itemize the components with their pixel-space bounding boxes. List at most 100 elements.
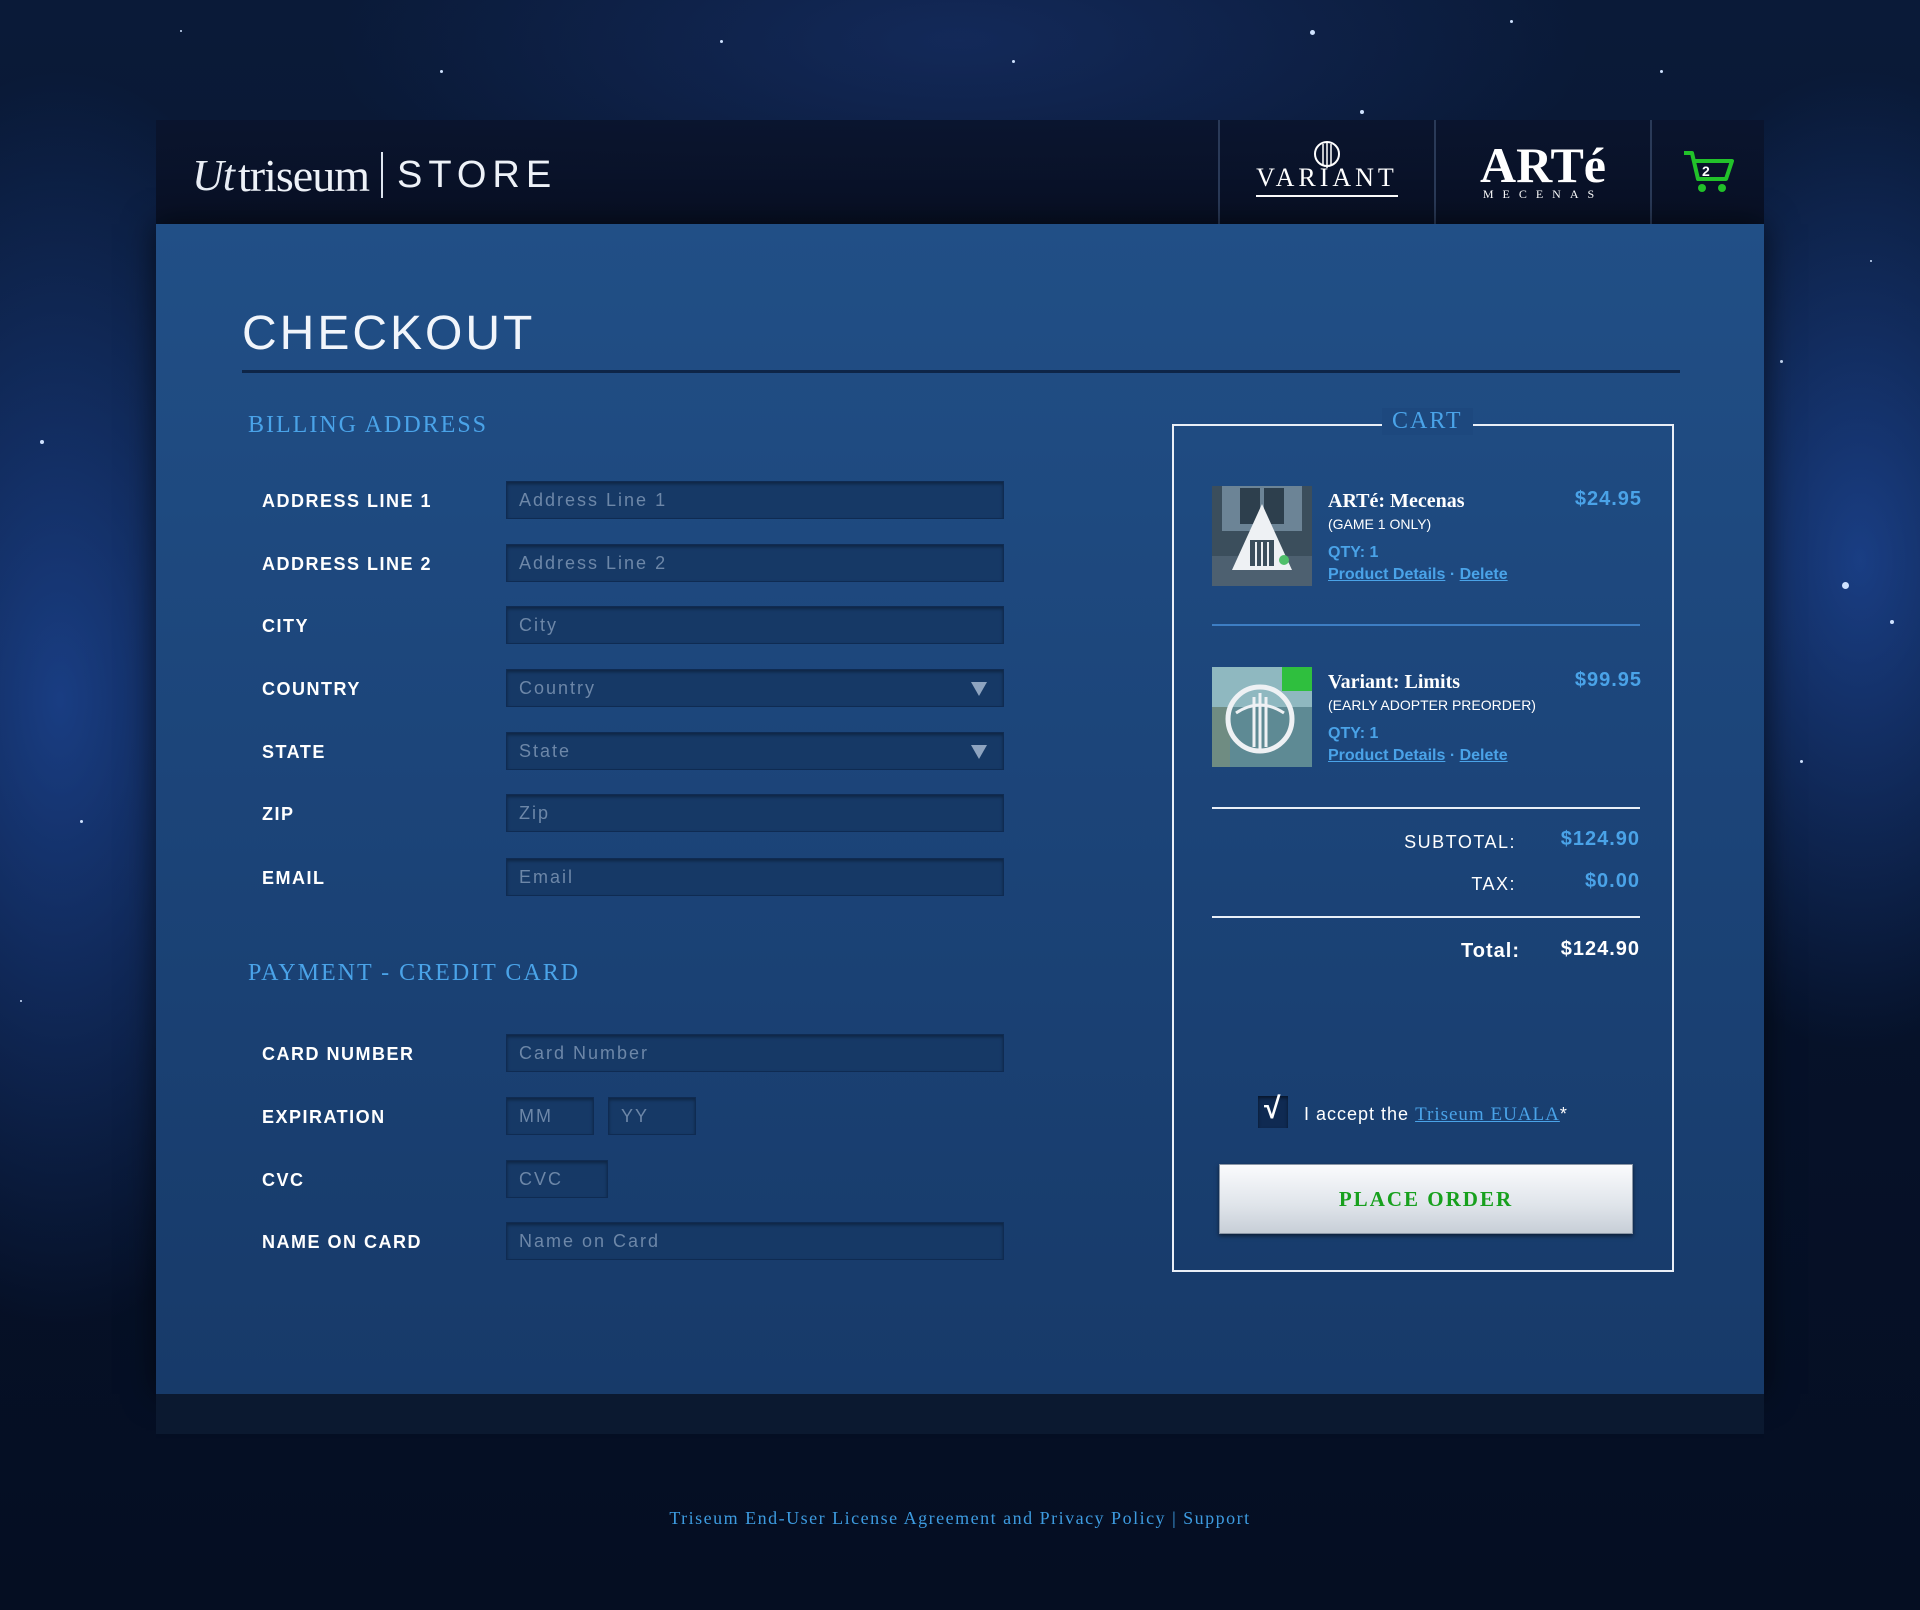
- tax-label: TAX:: [1471, 874, 1516, 894]
- total-value: $124.90: [1560, 938, 1640, 960]
- address-line-1-input[interactable]: [506, 481, 1004, 519]
- panel-footer-strip: [156, 1394, 1764, 1434]
- state-select-value: State: [519, 740, 572, 761]
- nav-variant[interactable]: VARIANT: [1218, 120, 1434, 224]
- logo-divider: [380, 152, 383, 198]
- name-on-card-row: NAME ON CARD: [262, 1222, 1162, 1262]
- cart-count-badge: 2: [1702, 163, 1710, 179]
- payment-heading: PAYMENT - CREDIT CARD: [248, 960, 581, 986]
- email-label: EMAIL: [262, 868, 326, 888]
- cart-item-qty: QTY: 1: [1328, 725, 1379, 742]
- checkout-panel: CHECKOUT BILLING ADDRESS ADDRESS LINE 1 …: [156, 224, 1764, 1394]
- totals-divider: [1212, 916, 1640, 918]
- country-select[interactable]: Country: [506, 669, 1004, 707]
- eula-privacy-link[interactable]: Triseum End-User License Agreement and P…: [669, 1508, 1166, 1528]
- cvc-label: CVC: [262, 1170, 305, 1190]
- cart-items-divider: [1212, 807, 1640, 809]
- expiration-year-input[interactable]: [608, 1097, 696, 1135]
- delete-item-link[interactable]: Delete: [1460, 566, 1508, 583]
- expiration-label: EXPIRATION: [262, 1107, 386, 1127]
- cart-item-name: ARTé: Mecenas: [1328, 490, 1465, 512]
- zip-input[interactable]: [506, 794, 1004, 832]
- address-line-2-input[interactable]: [506, 544, 1004, 582]
- expiration-month-input[interactable]: [506, 1097, 594, 1135]
- subtotal-label: SUBTOTAL:: [1404, 832, 1516, 852]
- zip-row: ZIP: [262, 794, 1162, 834]
- delete-item-link[interactable]: Delete: [1460, 747, 1508, 764]
- state-label: STATE: [262, 742, 326, 762]
- product-details-link[interactable]: Product Details: [1328, 566, 1445, 583]
- card-number-label: CARD NUMBER: [262, 1044, 415, 1064]
- state-row: STATE State: [262, 732, 1162, 772]
- name-on-card-label: NAME ON CARD: [262, 1232, 422, 1252]
- cart-item-name: Variant: Limits: [1328, 671, 1461, 693]
- cart-item-links: Product Details · Delete: [1328, 566, 1508, 584]
- card-number-row: CARD NUMBER: [262, 1034, 1162, 1074]
- city-input[interactable]: [506, 606, 1004, 644]
- total-row: Total: $124.90: [1212, 936, 1640, 966]
- cart-item: Variant: Limits (EARLY ADOPTER PREORDER)…: [1212, 667, 1642, 777]
- accept-eula-text: I accept the Triseum EUALA*: [1304, 1104, 1568, 1126]
- dropdown-arrow-icon: [971, 745, 987, 759]
- footer-separator: |: [1166, 1508, 1184, 1528]
- zip-label: ZIP: [262, 804, 295, 824]
- support-link[interactable]: Support: [1183, 1508, 1251, 1528]
- title-divider: [242, 370, 1680, 373]
- arte-logo-text: ARTé: [1479, 136, 1606, 193]
- variant-logo-text: VARIANT: [1256, 163, 1398, 197]
- variant-limits-thumbnail[interactable]: [1212, 667, 1312, 767]
- dropdown-arrow-icon: [971, 682, 987, 696]
- name-on-card-input[interactable]: [506, 1222, 1004, 1260]
- store-label: STORE: [396, 153, 558, 196]
- city-label: CITY: [262, 616, 310, 636]
- city-row: CITY: [262, 606, 1162, 646]
- subtotal-row: SUBTOTAL: $124.90: [1212, 828, 1640, 858]
- email-input[interactable]: [506, 858, 1004, 896]
- link-separator: ·: [1449, 747, 1456, 764]
- shopping-cart-icon: 2: [1682, 149, 1736, 195]
- cvc-row: CVC: [262, 1160, 1162, 1200]
- cart-item: ARTé: Mecenas (GAME 1 ONLY) QTY: 1 Produ…: [1212, 486, 1642, 596]
- page-title: CHECKOUT: [242, 307, 536, 360]
- cart-item-price: $99.95: [1574, 669, 1642, 691]
- required-asterisk: *: [1559, 1104, 1568, 1124]
- cart-item-subtitle: (GAME 1 ONLY): [1328, 516, 1432, 532]
- country-select-value: Country: [519, 677, 597, 698]
- cart-item-links: Product Details · Delete: [1328, 747, 1508, 765]
- cart-item-subtitle: (EARLY ADOPTER PREORDER): [1328, 697, 1536, 713]
- state-select[interactable]: State: [506, 732, 1004, 770]
- arte-mecenas-thumbnail[interactable]: [1212, 486, 1312, 586]
- address-line-2-row: ADDRESS LINE 2: [262, 544, 1162, 584]
- country-row: COUNTRY Country: [262, 669, 1162, 709]
- total-label: Total:: [1461, 940, 1520, 962]
- product-details-link[interactable]: Product Details: [1328, 747, 1445, 764]
- triseum-wordmark: triseum: [238, 149, 370, 201]
- subtotal-value: $124.90: [1560, 828, 1640, 850]
- nav-arte-mecenas[interactable]: ARTé MECENAS: [1434, 120, 1650, 224]
- card-number-input[interactable]: [506, 1034, 1004, 1072]
- variant-emblem-icon: [1314, 141, 1340, 168]
- tax-value: $0.00: [1584, 870, 1640, 892]
- cart-item-qty: QTY: 1: [1328, 544, 1379, 561]
- email-row: EMAIL: [262, 858, 1162, 898]
- nav-cart[interactable]: 2: [1650, 120, 1766, 224]
- page-footer: Triseum End-User License Agreement and P…: [0, 1508, 1920, 1529]
- accept-eula-row: √ I accept the Triseum EUALA*: [1258, 1092, 1638, 1132]
- accept-eula-checkbox[interactable]: √: [1258, 1092, 1288, 1128]
- address-line-2-label: ADDRESS LINE 2: [262, 554, 433, 574]
- cart-item-divider: [1212, 624, 1640, 626]
- accept-eula-prefix: I accept the: [1304, 1104, 1416, 1124]
- billing-heading: BILLING ADDRESS: [248, 412, 489, 438]
- cart-summary: CART ARTé: Mecenas (GAME 1 ONLY) QTY: 1 …: [1172, 408, 1674, 1272]
- country-label: COUNTRY: [262, 679, 361, 699]
- link-separator: ·: [1449, 566, 1456, 583]
- store-header: Ut triseum STORE VARIANT ARTé MECENAS 2: [156, 120, 1764, 226]
- eula-link[interactable]: Triseum EUALA: [1415, 1104, 1560, 1125]
- cvc-input[interactable]: [506, 1160, 608, 1198]
- triseum-store-logo[interactable]: Ut triseum STORE: [192, 149, 558, 201]
- address-line-1-label: ADDRESS LINE 1: [262, 491, 433, 511]
- triseum-logo-mark: Ut: [192, 150, 235, 200]
- checkmark-icon: √: [1264, 1092, 1281, 1125]
- expiration-row: EXPIRATION: [262, 1097, 1162, 1137]
- place-order-button[interactable]: PLACE ORDER: [1219, 1164, 1633, 1234]
